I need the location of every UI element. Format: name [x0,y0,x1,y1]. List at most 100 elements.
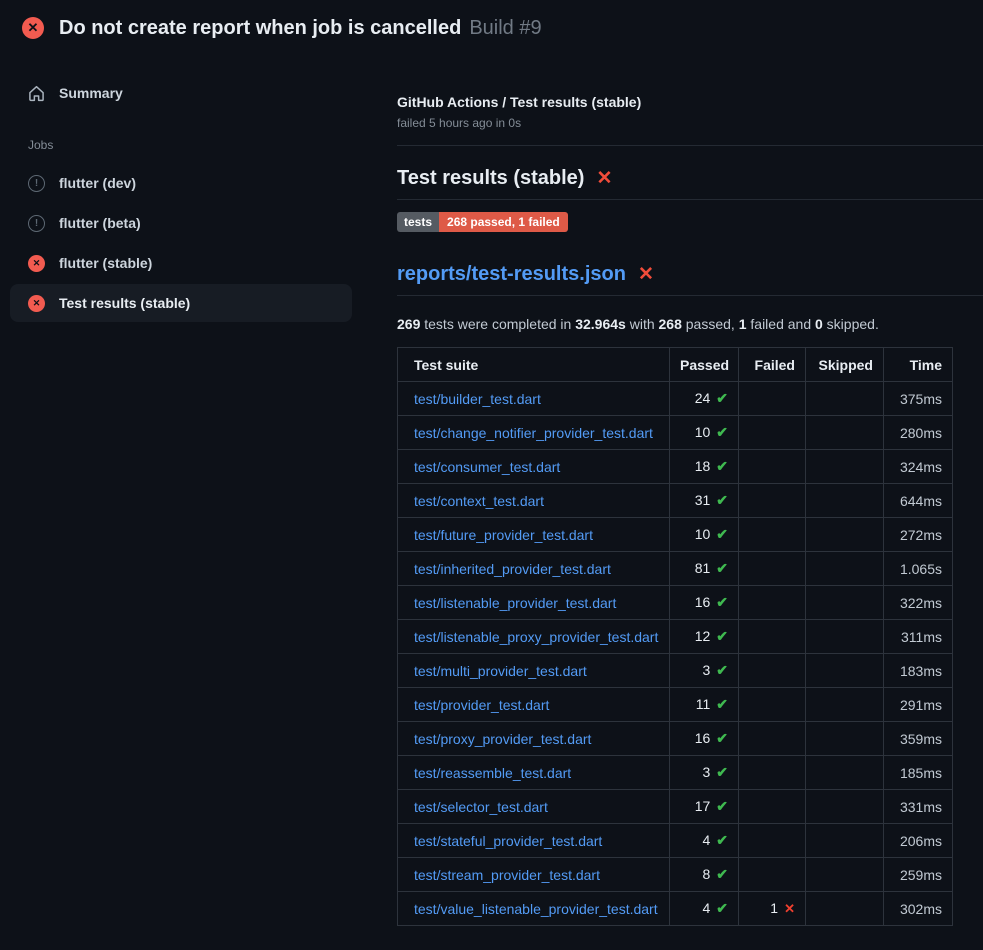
sidebar-item-job-3[interactable]: ✕Test results (stable) [10,284,352,322]
col-header-time: Time [884,348,953,382]
job-label: flutter (stable) [59,255,152,271]
report-file-link[interactable]: reports/test-results.json [397,263,626,286]
job-label: flutter (dev) [59,175,136,191]
test-suite-link[interactable]: test/stateful_provider_test.dart [414,833,602,849]
test-suite-link[interactable]: test/stream_provider_test.dart [414,867,600,883]
skipped-cell [806,518,884,552]
passed-cell: 18✔ [670,450,739,484]
test-suite-cell: test/value_listenable_provider_test.dart [398,892,670,926]
failed-cell [739,722,806,756]
summary-segment: with [626,316,659,332]
cancelled-status-icon: ! [28,215,45,232]
failed-cell [739,858,806,892]
build-number: Build #9 [469,17,541,40]
check-icon: ✔ [716,696,728,712]
page-header: ✕ Do not create report when job is cance… [0,0,983,56]
passed-cell: 16✔ [670,586,739,620]
skipped-cell [806,620,884,654]
skipped-cell [806,756,884,790]
failed-cell [739,484,806,518]
passed-cell: 4✔ [670,892,739,926]
table-header-row: Test suite Passed Failed Skipped Time [398,348,953,382]
col-header-test-suite: Test suite [398,348,670,382]
sidebar-item-job-1[interactable]: ! flutter (beta) [10,204,352,242]
test-suite-cell: test/multi_provider_test.dart [398,654,670,688]
sidebar-summary-label: Summary [59,85,123,101]
cancelled-status-icon: ! [28,175,45,192]
time-cell: 359ms [884,722,953,756]
test-suite-cell: test/listenable_proxy_provider_test.dart [398,620,670,654]
test-suite-link[interactable]: test/provider_test.dart [414,697,549,713]
skipped-cell [806,382,884,416]
failed-cell [739,688,806,722]
test-suite-link[interactable]: test/value_listenable_provider_test.dart [414,901,658,917]
time-cell: 280ms [884,416,953,450]
table-row: test/change_notifier_provider_test.dart1… [398,416,953,450]
count-value: 16 [695,594,711,610]
summary-segment: 268 [659,316,682,332]
test-suite-link[interactable]: test/builder_test.dart [414,391,541,407]
test-suite-link[interactable]: test/proxy_provider_test.dart [414,731,591,747]
test-suite-cell: test/consumer_test.dart [398,450,670,484]
failed-x-icon: ✕ [596,169,612,188]
test-suite-link[interactable]: test/listenable_proxy_provider_test.dart [414,629,658,645]
skipped-cell [806,892,884,926]
table-row: test/reassemble_test.dart3✔185ms [398,756,953,790]
test-suite-link[interactable]: test/change_notifier_provider_test.dart [414,425,653,441]
count-value: 18 [695,458,711,474]
count-value: 81 [695,560,711,576]
table-row: test/stateful_provider_test.dart4✔206ms [398,824,953,858]
time-cell: 322ms [884,586,953,620]
test-suite-link[interactable]: test/inherited_provider_test.dart [414,561,611,577]
col-header-passed: Passed [670,348,739,382]
time-cell: 1.065s [884,552,953,586]
count-value: 3 [702,662,710,678]
divider [397,145,983,146]
test-suite-link[interactable]: test/reassemble_test.dart [414,765,571,781]
sidebar-item-job-0[interactable]: ! flutter (dev) [10,164,352,202]
count-value: 17 [695,798,711,814]
passed-cell: 81✔ [670,552,739,586]
test-suite-cell: test/reassemble_test.dart [398,756,670,790]
test-suite-cell: test/listenable_provider_test.dart [398,586,670,620]
test-suite-cell: test/future_provider_test.dart [398,518,670,552]
failed-cell [739,620,806,654]
jobs-heading: Jobs [28,138,352,152]
status-line: failed 5 hours ago in 0s [397,116,983,130]
check-icon: ✔ [716,730,728,746]
col-header-skipped: Skipped [806,348,884,382]
passed-cell: 4✔ [670,824,739,858]
check-icon: ✔ [716,424,728,440]
job-label: flutter (beta) [59,215,141,231]
main-content: GitHub Actions / Test results (stable) f… [397,93,983,926]
skipped-cell [806,552,884,586]
page-title: Do not create report when job is cancell… [59,17,461,40]
count-value: 4 [702,900,710,916]
time-cell: 272ms [884,518,953,552]
test-suite-cell: test/change_notifier_provider_test.dart [398,416,670,450]
table-row: test/consumer_test.dart18✔324ms [398,450,953,484]
test-suite-cell: test/proxy_provider_test.dart [398,722,670,756]
test-suite-link[interactable]: test/selector_test.dart [414,799,548,815]
sidebar-item-summary[interactable]: Summary [10,74,352,112]
skipped-cell [806,450,884,484]
sidebar-item-job-2[interactable]: ✕flutter (stable) [10,244,352,282]
test-suite-link[interactable]: test/future_provider_test.dart [414,527,593,543]
skipped-cell [806,586,884,620]
table-row: test/inherited_provider_test.dart 81✔ 1.06… [398,552,953,586]
failed-cell [739,654,806,688]
time-cell: 644ms [884,484,953,518]
failed-cell [739,518,806,552]
test-suite-link[interactable]: test/multi_provider_test.dart [414,663,587,679]
passed-cell: 12✔ [670,620,739,654]
test-suite-cell: test/stateful_provider_test.dart [398,824,670,858]
skipped-cell [806,858,884,892]
test-suite-link[interactable]: test/listenable_provider_test.dart [414,595,616,611]
section-title: Test results (stable) [397,167,584,190]
test-suite-link[interactable]: test/context_test.dart [414,493,544,509]
table-row: test/future_provider_test.dart10✔272ms [398,518,953,552]
test-suite-link[interactable]: test/consumer_test.dart [414,459,560,475]
count-value: 4 [702,832,710,848]
test-suite-cell: test/context_test.dart [398,484,670,518]
check-icon: ✔ [716,492,728,508]
